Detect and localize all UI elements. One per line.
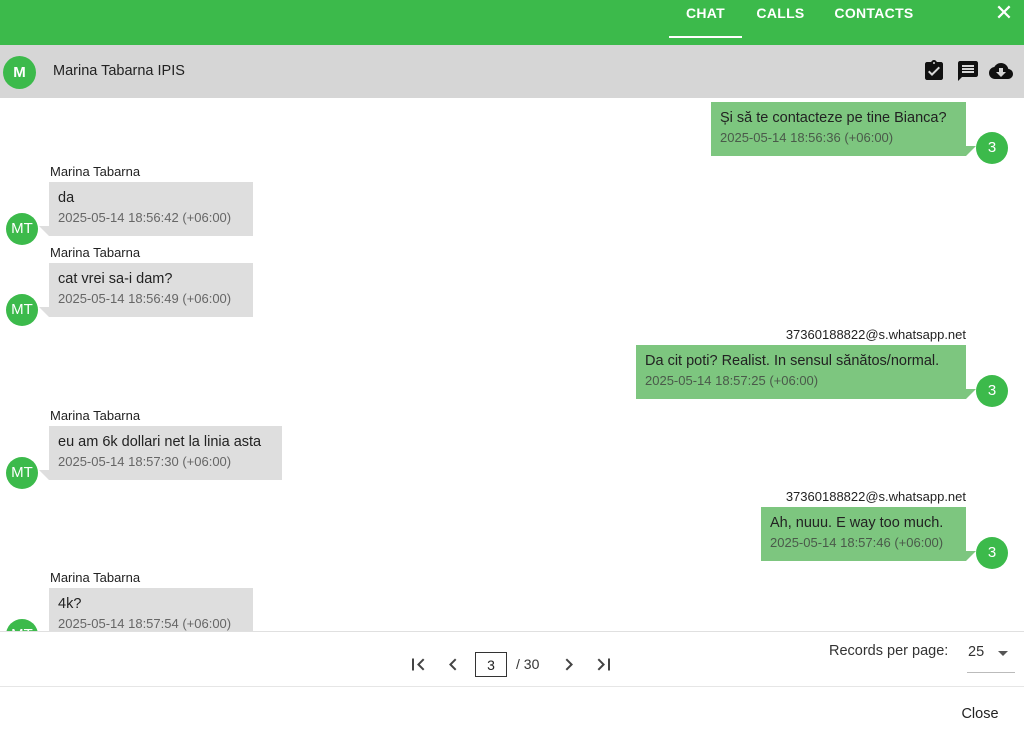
top-bar: CHAT CALLS CONTACTS ✕ <box>0 0 1024 45</box>
tab-chat[interactable]: CHAT <box>669 0 742 38</box>
close-button[interactable]: Close <box>950 701 1010 727</box>
bubble-tail <box>39 307 49 317</box>
tab-contacts[interactable]: CONTACTS <box>826 0 922 38</box>
records-per-page-label: Records per page: <box>829 643 949 659</box>
message-icon[interactable] <box>956 59 980 83</box>
conversation-title: Marina Tabarna IPIS <box>53 63 185 79</box>
cloud-download-icon[interactable] <box>989 59 1013 83</box>
message-text: Da cit poti? Realist. In sensul sănătos/… <box>645 353 940 369</box>
avatar: MT <box>6 457 38 489</box>
last-page-icon[interactable] <box>592 652 616 677</box>
divider <box>0 686 1024 687</box>
avatar: MT <box>6 619 38 631</box>
message-sender: Marina Tabarna <box>50 245 141 260</box>
avatar: MT <box>6 213 38 245</box>
next-page-icon[interactable] <box>557 652 581 677</box>
records-per-page-value: 25 <box>968 644 985 660</box>
message-bubble-incoming: da 2025-05-14 18:56:42 (+06:00) <box>49 182 253 236</box>
message-text: eu am 6k dollari net la linia asta <box>58 434 262 450</box>
records-per-page-select[interactable]: 25 <box>967 638 1015 673</box>
bubble-tail <box>39 470 49 480</box>
message-sender: Marina Tabarna <box>50 408 141 423</box>
bubble-tail <box>966 146 976 156</box>
message-bubble-incoming: eu am 6k dollari net la linia asta 2025-… <box>49 426 282 480</box>
message-text: 4k? <box>58 596 82 612</box>
message-text: da <box>58 190 75 206</box>
message-timestamp: 2025-05-14 18:57:46 (+06:00) <box>770 535 944 550</box>
avatar: 3 <box>976 375 1008 407</box>
page-number-input[interactable] <box>475 652 507 677</box>
conversation-header: M Marina Tabarna IPIS <box>0 45 1024 98</box>
message-timestamp: 2025-05-14 18:56:42 (+06:00) <box>58 210 232 225</box>
message-timestamp: 2025-05-14 18:57:30 (+06:00) <box>58 454 232 469</box>
message-timestamp: 2025-05-14 18:57:25 (+06:00) <box>645 373 819 388</box>
page-total: / 30 <box>516 656 540 672</box>
tab-calls[interactable]: CALLS <box>752 0 809 38</box>
message-text: Și să te contacteze pe tine Bianca? <box>720 110 947 126</box>
avatar: 3 <box>976 132 1008 164</box>
message-sender: 37360188822@s.whatsapp.net <box>785 327 966 342</box>
first-page-icon[interactable] <box>406 652 430 677</box>
message-timestamp: 2025-05-14 18:57:54 (+06:00) <box>58 616 232 631</box>
message-text: cat vrei sa-i dam? <box>58 271 173 287</box>
chat-area[interactable]: Și să te contacteze pe tine Bianca? 2025… <box>0 98 1024 631</box>
avatar: M <box>3 56 36 89</box>
message-sender: 37360188822@s.whatsapp.net <box>785 489 966 504</box>
clipboard-check-icon[interactable] <box>922 59 946 83</box>
chevron-down-icon <box>998 651 1008 656</box>
message-sender: Marina Tabarna <box>50 570 141 585</box>
message-bubble-outgoing: Ah, nuuu. E way too much. 2025-05-14 18:… <box>761 507 966 561</box>
message-timestamp: 2025-05-14 18:56:49 (+06:00) <box>58 291 232 306</box>
avatar: 3 <box>976 537 1008 569</box>
close-icon[interactable]: ✕ <box>991 2 1017 24</box>
previous-page-icon[interactable] <box>441 652 465 677</box>
message-text: Ah, nuuu. E way too much. <box>770 515 944 531</box>
avatar: MT <box>6 294 38 326</box>
bubble-tail <box>966 551 976 561</box>
message-sender: Marina Tabarna <box>50 164 141 179</box>
message-timestamp: 2025-05-14 18:56:36 (+06:00) <box>720 130 894 145</box>
message-bubble-outgoing: Da cit poti? Realist. In sensul sănătos/… <box>636 345 966 399</box>
message-bubble-incoming: cat vrei sa-i dam? 2025-05-14 18:56:49 (… <box>49 263 253 317</box>
message-bubble-incoming: 4k? 2025-05-14 18:57:54 (+06:00) <box>49 588 253 631</box>
message-bubble-outgoing: Și să te contacteze pe tine Bianca? 2025… <box>711 102 966 156</box>
bubble-tail <box>966 389 976 399</box>
divider <box>0 631 1024 632</box>
bubble-tail <box>39 226 49 236</box>
